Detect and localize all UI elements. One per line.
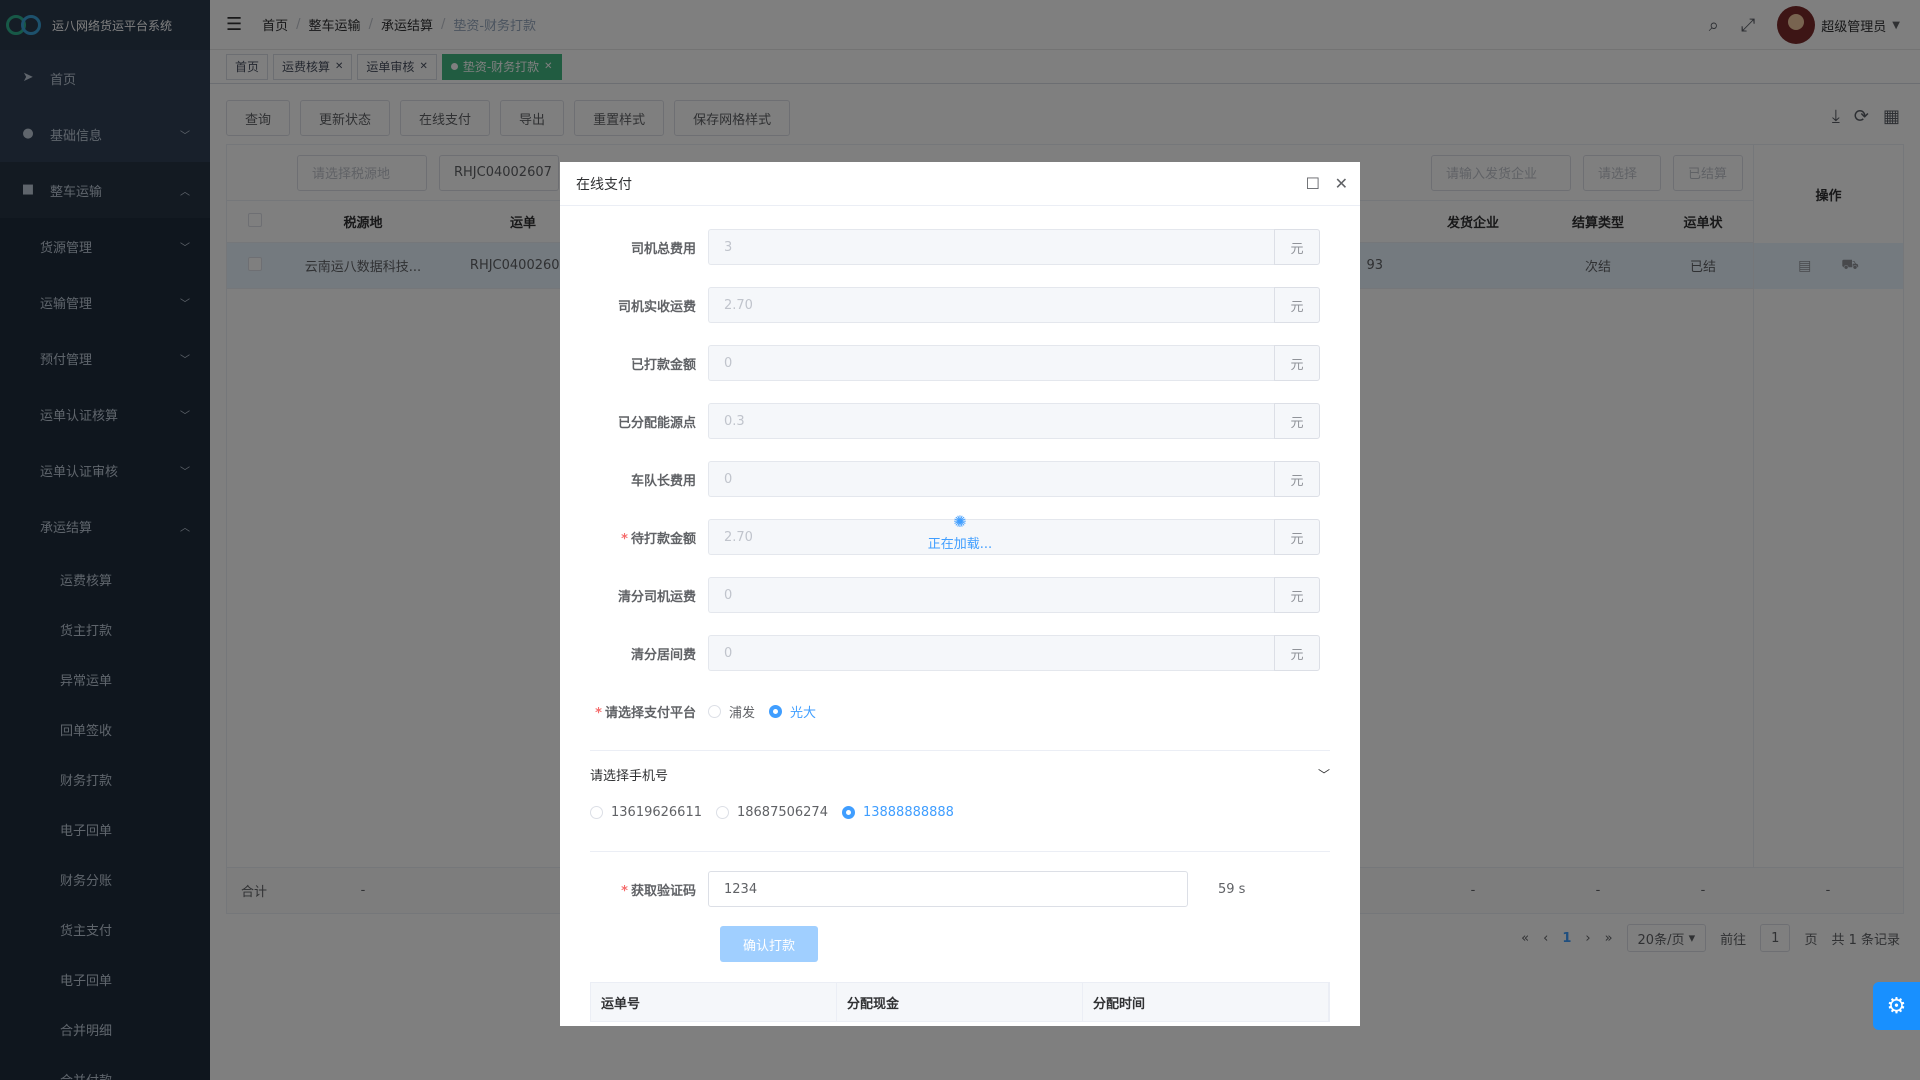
settings-button[interactable]: ⚙ bbox=[1873, 982, 1920, 1030]
loading-text: 正在加载... bbox=[927, 537, 993, 552]
loading-mask bbox=[560, 206, 1360, 1026]
loading-indicator: ✺ 正在加载... bbox=[890, 512, 1030, 552]
maximize-icon[interactable]: ☐ bbox=[1306, 174, 1320, 193]
dialog-title: 在线支付 bbox=[576, 176, 632, 193]
dialog-header: 在线支付 ☐ ✕ bbox=[560, 162, 1360, 206]
close-icon[interactable]: ✕ bbox=[1335, 174, 1348, 193]
spinner-icon: ✺ bbox=[953, 512, 967, 531]
gear-icon: ⚙ bbox=[1886, 993, 1907, 1019]
online-pay-dialog: 在线支付 ☐ ✕ 司机总费用 3元 司机实收运费 2.70 元 已打款金额 0元 … bbox=[560, 162, 1360, 1026]
